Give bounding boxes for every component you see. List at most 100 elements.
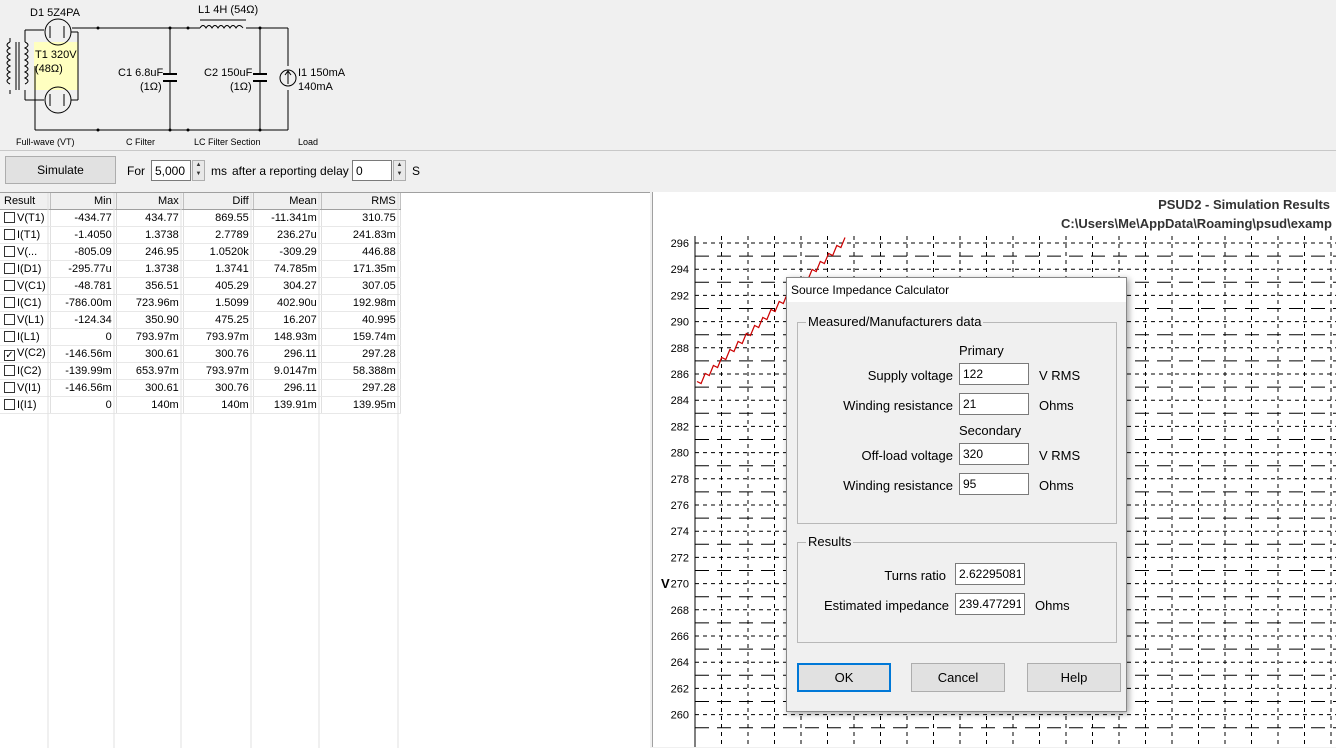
results-legend: Results <box>806 534 854 549</box>
result-checkbox[interactable]: ✓ <box>4 349 15 361</box>
table-row[interactable]: I(T1) -1.4050 1.3738 2.7789 236.27u 241.83m <box>0 226 401 244</box>
result-max-cell: 140m <box>116 396 184 414</box>
simulate-button[interactable]: Simulate <box>5 156 116 184</box>
result-name-label: I(D1) <box>17 262 42 275</box>
result-diff-cell: 300.76 <box>183 379 254 397</box>
y-tick-label: 286 <box>671 369 689 381</box>
result-name-cell[interactable]: ✓ V(C2) <box>0 345 51 363</box>
spin-up-icon[interactable]: ▲ <box>193 161 204 170</box>
result-checkbox[interactable] <box>4 211 15 223</box>
secondary-winding-input[interactable] <box>959 473 1029 495</box>
result-checkbox[interactable] <box>4 262 15 274</box>
column-header-mean[interactable]: Mean <box>253 193 322 210</box>
result-name-cell[interactable]: V(... <box>0 243 51 261</box>
inductor-label: L1 4H (54Ω) <box>198 4 258 16</box>
result-name-cell[interactable]: V(L1) <box>0 311 51 329</box>
result-rms-cell: 241.83m <box>321 226 401 244</box>
dialog-title[interactable]: Source Impedance Calculator <box>787 278 1126 302</box>
table-row[interactable]: I(D1) -295.77u 1.3738 1.3741 74.785m 171.35m <box>0 260 401 278</box>
table-row[interactable]: I(C2) -139.99m 653.97m 793.97m 9.0147m 58.388… <box>0 362 401 380</box>
result-max-cell: 1.3738 <box>116 226 184 244</box>
supply-voltage-unit: V RMS <box>1039 368 1081 383</box>
result-diff-cell: 300.76 <box>183 345 254 363</box>
section-lc-filter: LC Filter Section <box>194 137 261 147</box>
impedance-output <box>955 593 1025 615</box>
y-tick-label: 284 <box>671 395 689 407</box>
spin-up-icon[interactable]: ▲ <box>394 161 405 170</box>
table-row[interactable]: V(I1) -146.56m 300.61 300.76 296.11 297.28 <box>0 379 401 397</box>
result-checkbox[interactable] <box>4 330 15 342</box>
result-name-cell[interactable]: I(I1) <box>0 396 51 414</box>
result-max-cell: 300.61 <box>116 345 184 363</box>
result-max-cell: 356.51 <box>116 277 184 295</box>
cancel-button[interactable]: Cancel <box>911 663 1005 692</box>
result-name-cell[interactable]: V(I1) <box>0 379 51 397</box>
result-max-cell: 246.95 <box>116 243 184 261</box>
load-label: I1 150mA <box>298 67 346 79</box>
measured-data-group: Measured/Manufacturers data <box>797 314 1117 524</box>
delay-input[interactable]: 0 <box>352 160 392 181</box>
result-checkbox[interactable] <box>4 364 15 376</box>
result-checkbox[interactable] <box>4 398 15 410</box>
supply-voltage-input[interactable] <box>959 363 1029 385</box>
table-row[interactable]: ✓ V(C2) -146.56m 300.61 300.76 296.11 297.28 <box>0 345 401 363</box>
table-row[interactable]: V(... -805.09 246.95 1.0520k -309.29 446.88 <box>0 243 401 261</box>
results-grid[interactable]: Result Min Max Diff Mean RMS V(T1) -434.7… <box>0 192 650 748</box>
help-button[interactable]: Help <box>1027 663 1121 692</box>
y-tick-label: 272 <box>671 552 689 564</box>
result-checkbox[interactable] <box>4 381 15 393</box>
column-header-diff[interactable]: Diff <box>183 193 254 210</box>
result-checkbox[interactable] <box>4 228 15 240</box>
result-rms-cell: 40.995 <box>321 311 401 329</box>
table-row[interactable]: V(T1) -434.77 434.77 869.55 -11.341m 310.75 <box>0 209 401 227</box>
column-header-min[interactable]: Min <box>50 193 117 210</box>
table-row[interactable]: V(C1) -48.781 356.51 405.29 304.27 307.05 <box>0 277 401 295</box>
result-min-cell: -786.00m <box>50 294 117 312</box>
result-name-cell[interactable]: I(L1) <box>0 328 51 346</box>
spin-down-icon[interactable]: ▼ <box>394 170 405 179</box>
result-name-cell[interactable]: I(D1) <box>0 260 51 278</box>
table-row[interactable]: I(I1) 0 140m 140m 139.91m 139.95m <box>0 396 401 414</box>
ok-button[interactable]: OK <box>797 663 891 692</box>
result-name-cell[interactable]: I(C1) <box>0 294 51 312</box>
result-rms-cell: 159.74m <box>321 328 401 346</box>
table-row[interactable]: I(C1) -786.00m 723.96m 1.5099 402.90u 192.98m <box>0 294 401 312</box>
result-name-cell[interactable]: I(C2) <box>0 362 51 380</box>
result-checkbox[interactable] <box>4 296 15 308</box>
offload-voltage-unit: V RMS <box>1039 448 1081 463</box>
result-checkbox[interactable] <box>4 313 15 325</box>
delay-spinner[interactable]: ▲ ▼ <box>393 160 406 181</box>
y-tick-label: 290 <box>671 317 689 329</box>
table-row[interactable]: V(L1) -124.34 350.90 475.25 16.207 40.995 <box>0 311 401 329</box>
result-min-cell: -124.34 <box>50 311 117 329</box>
result-checkbox[interactable] <box>4 245 15 257</box>
offload-voltage-input[interactable] <box>959 443 1029 465</box>
result-min-cell: -139.99m <box>50 362 117 380</box>
y-tick-label: 278 <box>671 474 689 486</box>
result-name-label: V(T1) <box>17 211 45 224</box>
primary-winding-input[interactable] <box>959 393 1029 415</box>
result-mean-cell: 148.93m <box>253 328 322 346</box>
schematic-panel[interactable]: D1 5Z4PA T1 320V (48Ω) L1 4H (54Ω) C1 6.… <box>0 0 1336 150</box>
duration-spinner[interactable]: ▲ ▼ <box>192 160 205 181</box>
result-name-cell[interactable]: V(T1) <box>0 209 51 227</box>
table-row[interactable]: I(L1) 0 793.97m 793.97m 148.93m 159.74m <box>0 328 401 346</box>
result-name-cell[interactable]: I(T1) <box>0 226 51 244</box>
column-header-rms[interactable]: RMS <box>321 193 401 210</box>
column-header-result[interactable]: Result <box>0 193 51 210</box>
measured-data-legend: Measured/Manufacturers data <box>806 314 984 329</box>
result-mean-cell: 296.11 <box>253 379 322 397</box>
result-checkbox[interactable] <box>4 279 15 291</box>
source-impedance-dialog[interactable]: Source Impedance Calculator Measured/Man… <box>786 277 1127 712</box>
result-rms-cell: 310.75 <box>321 209 401 227</box>
result-diff-cell: 793.97m <box>183 362 254 380</box>
result-name-label: I(I1) <box>17 398 37 411</box>
result-name-label: I(L1) <box>17 330 40 343</box>
result-mean-cell: 9.0147m <box>253 362 322 380</box>
result-name-cell[interactable]: V(C1) <box>0 277 51 295</box>
duration-input[interactable]: 5,000 <box>151 160 191 181</box>
impedance-unit: Ohms <box>1035 598 1070 613</box>
column-header-max[interactable]: Max <box>116 193 184 210</box>
result-max-cell: 653.97m <box>116 362 184 380</box>
spin-down-icon[interactable]: ▼ <box>193 170 204 179</box>
